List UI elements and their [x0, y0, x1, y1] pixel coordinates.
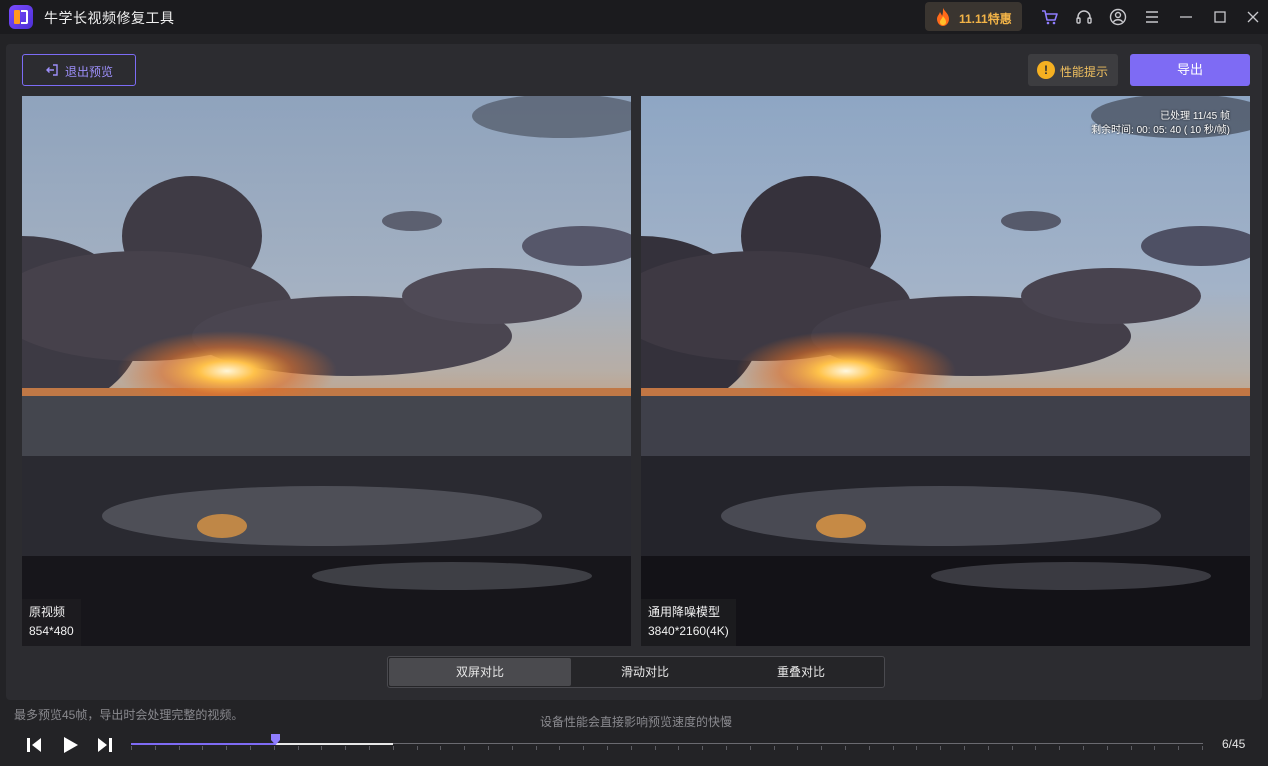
enhanced-video-label: 通用降噪模型 3840*2160(4K)	[641, 599, 736, 646]
step-forward-icon	[98, 738, 112, 752]
sunset-frame-original	[22, 96, 631, 646]
tab-slide-compare[interactable]: 滑动对比	[554, 658, 736, 686]
original-video-resolution: 854*480	[29, 624, 74, 638]
next-frame-button[interactable]	[95, 735, 115, 755]
maximize-icon[interactable]	[1210, 7, 1230, 27]
warning-icon: !	[1037, 61, 1055, 79]
original-video-pane: 原视频 854*480	[22, 96, 631, 646]
sunset-frame-enhanced	[641, 96, 1250, 646]
title-bar: 牛学长视频修复工具 11.11特惠	[0, 0, 1268, 34]
remaining-time-text: 剩余时间: 00: 05: 40 ( 10 秒/帧)	[1091, 125, 1230, 136]
play-icon	[64, 737, 78, 753]
compare-mode-tabs: 双屏对比 滑动对比 重叠对比	[387, 656, 885, 688]
close-icon[interactable]	[1243, 7, 1263, 27]
step-back-icon	[27, 738, 41, 752]
enhanced-video-resolution: 3840*2160(4K)	[648, 624, 729, 638]
headset-icon[interactable]	[1074, 7, 1094, 27]
promo-button[interactable]: 11.11特惠	[925, 2, 1022, 31]
minimize-icon[interactable]	[1176, 7, 1196, 27]
enhanced-model-name: 通用降噪模型	[648, 605, 721, 619]
performance-tip-button[interactable]: ! 性能提示	[1028, 54, 1118, 86]
exit-icon	[46, 64, 58, 76]
user-icon[interactable]	[1108, 7, 1128, 27]
app-logo-icon	[9, 5, 33, 29]
performance-tip-label: 性能提示	[1060, 65, 1109, 79]
exit-preview-button[interactable]: 退出预览	[22, 54, 136, 86]
tab-overlay-compare[interactable]: 重叠对比	[710, 658, 892, 686]
tab-dual-screen[interactable]: 双屏对比	[389, 658, 571, 686]
fire-icon	[937, 8, 949, 26]
processed-frames-text: 已处理 11/45 帧	[1160, 111, 1230, 122]
exit-preview-label: 退出预览	[65, 65, 114, 79]
original-video-label: 原视频 854*480	[22, 599, 81, 646]
frame-timeline[interactable]	[131, 734, 1203, 754]
enhanced-video-pane: 已处理 11/45 帧 剩余时间: 00: 05: 40 ( 10 秒/帧) 通…	[641, 96, 1250, 646]
menu-icon[interactable]	[1142, 7, 1162, 27]
export-button[interactable]: 导出	[1130, 54, 1250, 86]
app-title: 牛学长视频修复工具	[44, 10, 175, 26]
frame-counter: 6/45	[1222, 737, 1246, 751]
timeline-ticks	[131, 746, 1203, 750]
cart-icon[interactable]	[1040, 7, 1060, 27]
timeline-thumb[interactable]	[271, 734, 281, 745]
promo-label: 11.11特惠	[959, 12, 1012, 26]
original-video-name: 原视频	[29, 605, 66, 619]
performance-hint: 设备性能会直接影响预览速度的快慢	[540, 715, 733, 729]
processing-progress: 已处理 11/45 帧 剩余时间: 00: 05: 40 ( 10 秒/帧)	[1091, 110, 1230, 138]
preview-limit-hint: 最多预览45帧，导出时会处理完整的视频。	[14, 708, 244, 722]
previous-frame-button[interactable]	[24, 735, 44, 755]
play-button[interactable]	[60, 735, 80, 755]
